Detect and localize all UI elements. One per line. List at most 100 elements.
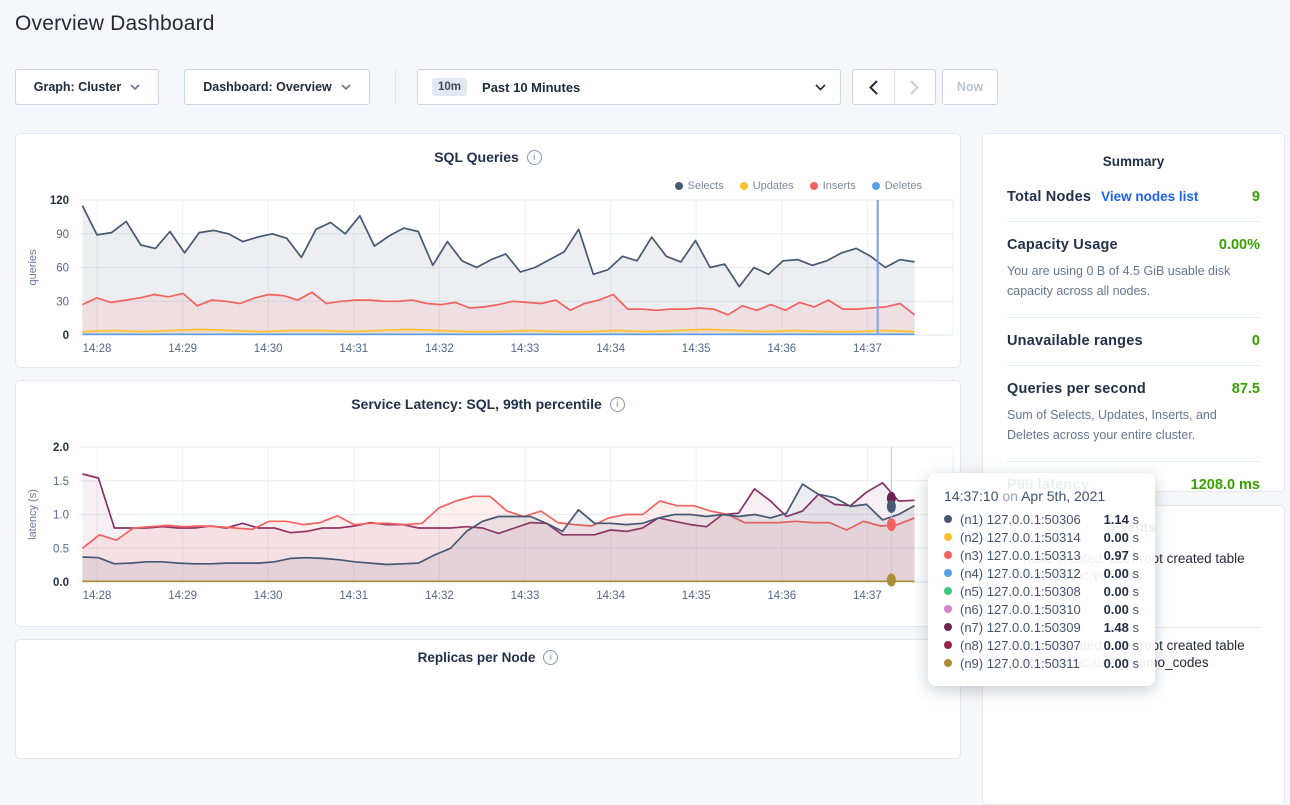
legend-dot-icon [740, 182, 748, 190]
svg-text:14:30: 14:30 [254, 590, 283, 602]
summary-row-value: 0.00% [1219, 237, 1260, 253]
tooltip-row: (n7) 127.0.0.1:50309 1.48 s [944, 618, 1139, 636]
info-icon[interactable]: i [527, 150, 542, 165]
svg-text:14:35: 14:35 [682, 590, 711, 602]
svg-text:14:33: 14:33 [511, 343, 540, 355]
series-dot-icon [944, 569, 952, 577]
svg-text:30: 30 [56, 296, 69, 308]
toolbar-divider [395, 69, 396, 105]
service-latency-title: Service Latency: SQL, 99th percentile [351, 396, 602, 412]
graph-dropdown-label: Graph: Cluster [34, 80, 122, 94]
tooltip-row: (n5) 127.0.0.1:503080.00 s [944, 582, 1139, 600]
svg-text:2.0: 2.0 [53, 442, 69, 454]
series-dot-icon [944, 641, 952, 649]
summary-card: Summary Total NodesView nodes list9Capac… [982, 133, 1285, 492]
legend-item[interactable]: Deletes [872, 180, 922, 192]
svg-text:120: 120 [50, 195, 69, 207]
tooltip-node-label: (n9) 127.0.0.1:50311 [960, 656, 1080, 671]
tooltip-row: (n1) 127.0.0.1:503061.14 s [944, 510, 1139, 528]
time-range-dropdown[interactable]: 10m Past 10 Minutes [417, 69, 841, 105]
legend-label: Updates [753, 180, 794, 192]
tooltip-node-value: 0.00 s [1104, 566, 1139, 581]
svg-text:60: 60 [56, 263, 69, 275]
series-dot-icon [944, 623, 952, 631]
tooltip-node-label: (n7) 127.0.0.1:50309 [960, 620, 1081, 635]
legend-item[interactable]: Inserts [810, 180, 856, 192]
replicas-per-node-card: Replicas per Node i [15, 639, 961, 759]
svg-text:14:33: 14:33 [511, 590, 540, 602]
tooltip-row: (n8) 127.0.0.1:50307 0.00 s [944, 636, 1139, 654]
tooltip-row: (n6) 127.0.0.1:503100.00 s [944, 600, 1139, 618]
series-dot-icon [944, 515, 952, 523]
tooltip-row: (n9) 127.0.0.1:50311 0.00 s [944, 654, 1139, 672]
svg-text:14:31: 14:31 [339, 590, 368, 602]
graph-dropdown[interactable]: Graph: Cluster [15, 69, 159, 105]
svg-text:90: 90 [56, 229, 69, 241]
legend-item[interactable]: Selects [675, 180, 724, 192]
legend-dot-icon [810, 182, 818, 190]
tooltip-row: (n3) 127.0.0.1:503130.97 s [944, 546, 1139, 564]
next-range-button[interactable] [894, 70, 936, 104]
summary-row-description: Sum of Selects, Updates, Inserts, and De… [1007, 405, 1260, 445]
svg-text:latency (s): latency (s) [27, 489, 39, 540]
svg-text:14:36: 14:36 [767, 590, 796, 602]
tooltip-node-label: (n8) 127.0.0.1:50307 [960, 638, 1081, 653]
svg-text:14:32: 14:32 [425, 590, 454, 602]
view-nodes-link[interactable]: View nodes list [1101, 189, 1198, 204]
svg-text:14:31: 14:31 [339, 343, 368, 355]
summary-row-description: You are using 0 B of 4.5 GiB usable disk… [1007, 261, 1260, 301]
summary-row-value: 1208.0 ms [1191, 477, 1260, 493]
tooltip-node-value: 0.00 s [1104, 656, 1139, 671]
svg-text:0.0: 0.0 [53, 577, 69, 589]
tooltip-node-value: 0.00 s [1104, 602, 1139, 617]
legend-item[interactable]: Updates [740, 180, 794, 192]
tooltip-node-label: (n3) 127.0.0.1:50313 [960, 548, 1081, 563]
service-latency-chart[interactable]: 0.00.51.01.52.014:2814:2914:3014:3114:32… [16, 439, 962, 607]
tooltip-timestamp: 14:37:10 on Apr 5th, 2021 [944, 486, 1139, 510]
summary-row-label: Capacity Usage [1007, 237, 1118, 253]
now-button[interactable]: Now [942, 69, 998, 105]
summary-row-label: Total Nodes [1007, 189, 1091, 205]
tooltip-node-label: (n4) 127.0.0.1:50312 [960, 566, 1081, 581]
prev-range-button[interactable] [853, 70, 894, 104]
svg-text:14:34: 14:34 [596, 590, 625, 602]
summary-row: Capacity Usage 0.00% You are using 0 B of … [1007, 221, 1260, 317]
time-range-pager [852, 69, 936, 105]
chevron-down-icon [815, 84, 826, 91]
legend-label: Selects [688, 180, 724, 192]
sql-queries-chart[interactable]: 030609012014:2814:2914:3014:3114:3214:33… [16, 192, 962, 360]
page-title: Overview Dashboard [15, 12, 215, 36]
sql-queries-title: SQL Queries [434, 149, 519, 165]
info-icon[interactable]: i [543, 650, 558, 665]
time-range-label: Past 10 Minutes [482, 80, 580, 95]
svg-text:14:37: 14:37 [853, 590, 882, 602]
svg-text:1.0: 1.0 [53, 510, 69, 522]
tooltip-node-value: 0.00 s [1104, 638, 1139, 653]
svg-text:14:29: 14:29 [168, 590, 197, 602]
summary-row-label: Queries per second [1007, 381, 1146, 397]
dashboard-dropdown-label: Dashboard: Overview [203, 80, 332, 94]
legend-dot-icon [872, 182, 880, 190]
tooltip-row: (n4) 127.0.0.1:50312 0.00 s [944, 564, 1139, 582]
info-icon[interactable]: i [610, 397, 625, 412]
series-dot-icon [944, 605, 952, 613]
dashboard-dropdown[interactable]: Dashboard: Overview [184, 69, 370, 105]
svg-text:1.5: 1.5 [53, 476, 69, 488]
chart-hover-tooltip: 14:37:10 on Apr 5th, 2021 (n1) 127.0.0.1… [928, 473, 1155, 686]
legend-dot-icon [675, 182, 683, 190]
service-latency-card: Service Latency: SQL, 99th percentile i … [15, 380, 961, 627]
summary-row: Total Nodes View nodes list 9 [1007, 174, 1260, 221]
tooltip-node-label: (n5) 127.0.0.1:50308 [960, 584, 1081, 599]
summary-row-label: Unavailable ranges [1007, 333, 1143, 349]
tooltip-node-value: 1.48 s [1104, 620, 1139, 635]
legend-label: Inserts [823, 180, 856, 192]
svg-text:14:35: 14:35 [682, 343, 711, 355]
tooltip-row: (n2) 127.0.0.1:503140.00 s [944, 528, 1139, 546]
sql-queries-card: SQL Queries i Selects Updates Inserts Delet… [15, 133, 961, 368]
tooltip-node-value: 1.14 s [1104, 512, 1139, 527]
svg-text:14:36: 14:36 [767, 343, 796, 355]
summary-row-value: 9 [1252, 189, 1260, 205]
summary-row-value: 0 [1252, 333, 1260, 349]
svg-text:0: 0 [63, 330, 69, 342]
tooltip-node-label: (n2) 127.0.0.1:50314 [960, 530, 1081, 545]
